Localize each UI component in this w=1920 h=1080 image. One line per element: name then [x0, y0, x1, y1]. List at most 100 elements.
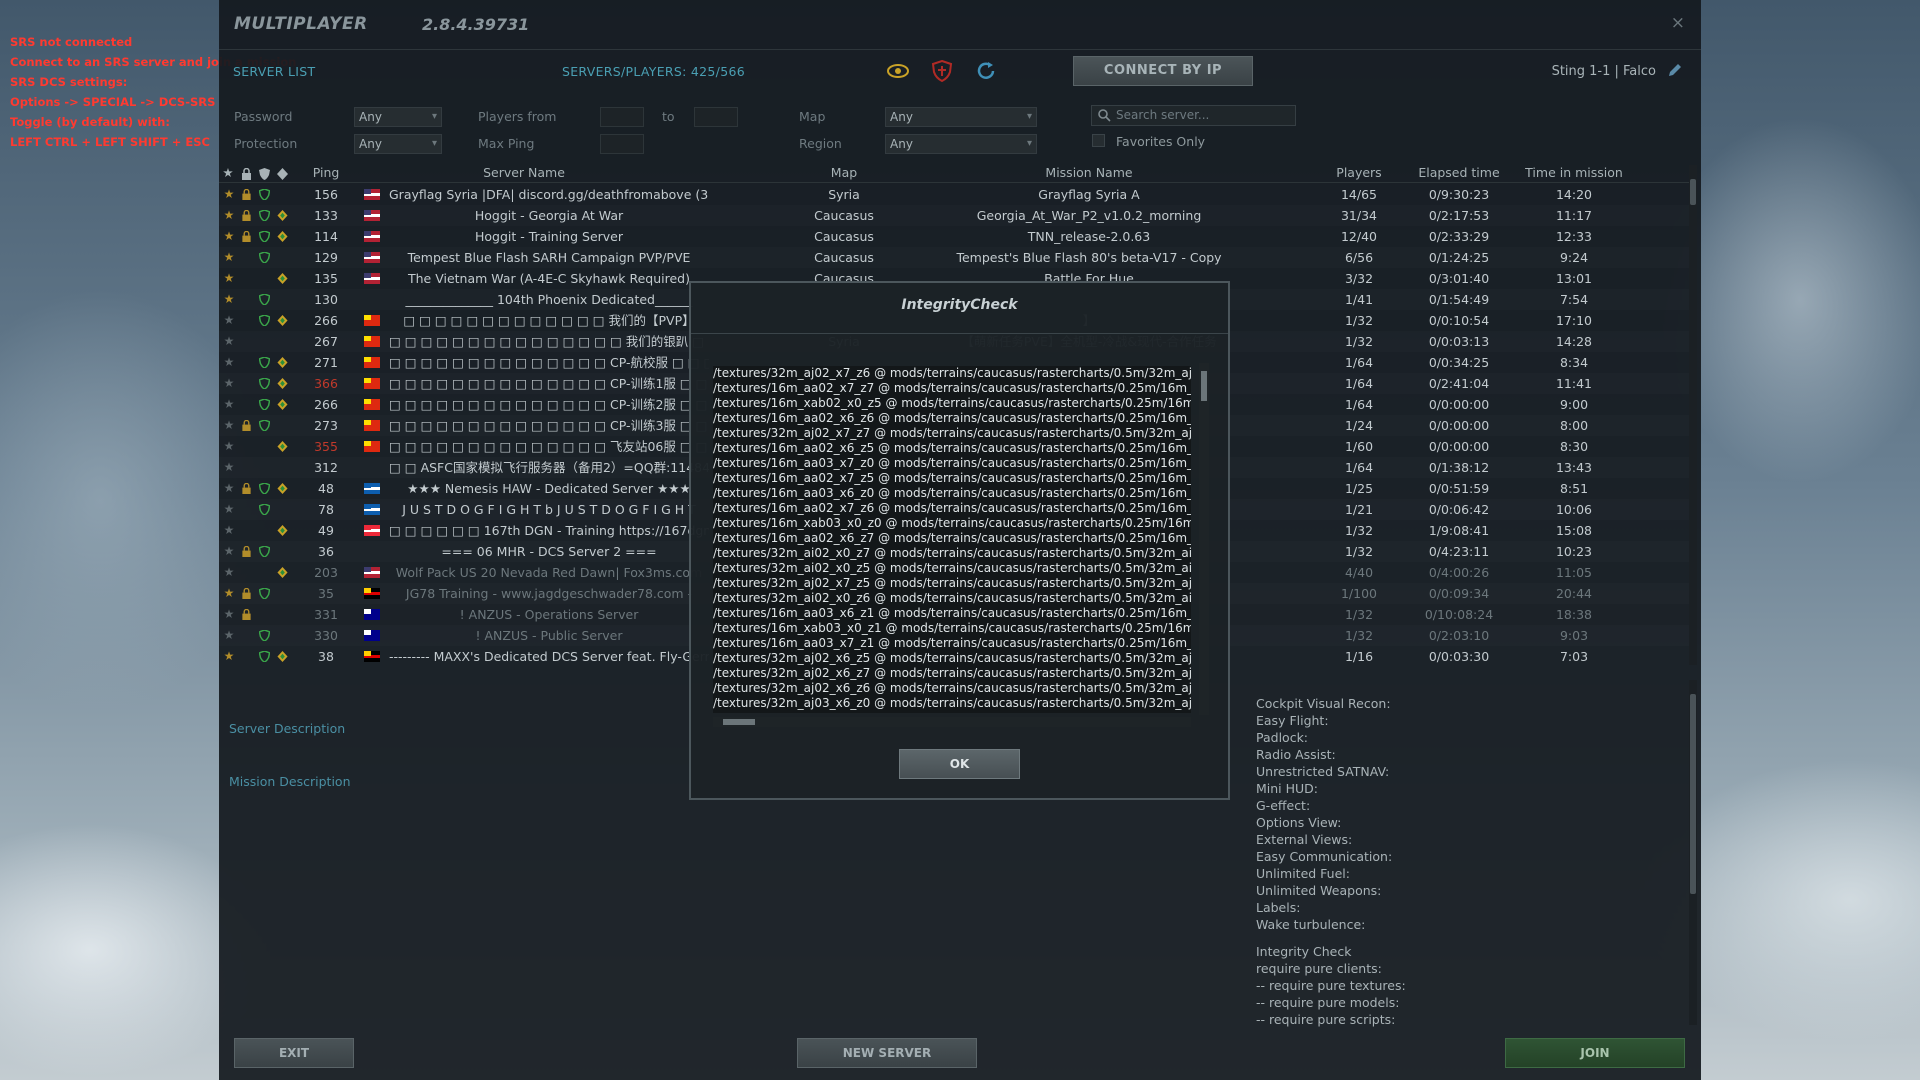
favorite-star-icon[interactable]: ★: [223, 478, 235, 499]
option-item: Options View:: [1256, 815, 1342, 830]
favorite-star-icon[interactable]: ★: [223, 625, 235, 646]
favorite-star-icon[interactable]: ★: [223, 583, 235, 604]
time-in-mission: 20:44: [1555, 586, 1593, 601]
exit-button[interactable]: EXIT: [234, 1038, 354, 1068]
integrity-icon: [277, 441, 288, 452]
shield-icon: [259, 588, 270, 599]
region-select[interactable]: Any: [885, 134, 1037, 154]
favorite-star-icon[interactable]: ★: [223, 268, 235, 289]
favorite-star-icon[interactable]: ★: [223, 499, 235, 520]
close-icon[interactable]: ×: [1671, 13, 1685, 33]
tab-server-list[interactable]: SERVER LIST: [233, 64, 315, 79]
option-item: Easy Flight:: [1256, 713, 1329, 728]
players-count: 1/21: [1344, 502, 1374, 517]
pencil-icon[interactable]: [1667, 62, 1683, 78]
favorite-star-icon[interactable]: ★: [223, 646, 235, 667]
elapsed-time: 0/0:00:00: [1428, 439, 1490, 454]
server-name: □ □ □ □ □ □ □ □ □ □ □ □ □ □ □ 我们的银趴 □ □ …: [389, 334, 709, 349]
col-time-in-mission[interactable]: Time in mission: [1509, 165, 1639, 180]
mission-name: Georgia_At_War_P2_v1.0.2_morning: [976, 208, 1202, 223]
map-name: Syria: [828, 187, 860, 202]
dialog-vertical-scrollbar[interactable]: [1199, 363, 1209, 715]
country-flag-icon: [364, 525, 380, 536]
dialog-vscroll-thumb[interactable]: [1201, 371, 1207, 401]
server-name: □ □ □ □ □ □ □ □ □ □ □ □ □ □ CP-训练3服 □ □ …: [389, 418, 709, 433]
col-ping[interactable]: Ping: [306, 165, 346, 180]
map-label: Map: [799, 109, 826, 124]
join-button[interactable]: JOIN: [1505, 1038, 1685, 1068]
table-scroll-thumb[interactable]: [1690, 179, 1696, 205]
col-mission-name[interactable]: Mission Name: [939, 165, 1239, 180]
favorite-star-icon[interactable]: ★: [223, 226, 235, 247]
server-name: ______________ 104th Phoenix Dedicated__…: [405, 292, 693, 307]
file-path-line: /textures/32m_ai02_x0_z6 @ mods/terrains…: [713, 591, 1191, 605]
elapsed-time: 0/0:00:00: [1428, 397, 1490, 412]
ping-value: 312: [314, 460, 338, 475]
favorite-star-icon[interactable]: ★: [223, 541, 235, 562]
connect-by-ip-button[interactable]: CONNECT BY IP: [1073, 56, 1253, 86]
integrity-icon: [277, 483, 288, 494]
favorite-star-icon[interactable]: ★: [223, 205, 235, 226]
favorite-star-icon[interactable]: ★: [223, 247, 235, 268]
integrity-col-icon[interactable]: [277, 168, 288, 180]
dialog-horizontal-scrollbar[interactable]: [713, 717, 1191, 727]
favorite-star-icon[interactable]: ★: [223, 520, 235, 541]
favorite-star-icon[interactable]: ★: [223, 436, 235, 457]
table-row[interactable]: ★ 114 Hoggit - Training Server Caucasus TNN_…: [219, 226, 1689, 247]
favorite-star-icon[interactable]: ★: [223, 394, 235, 415]
time-in-mission: 8:30: [1559, 439, 1589, 454]
table-row[interactable]: ★ 156 Grayflag Syria |DFA| discord.gg/deat…: [219, 184, 1689, 205]
favorite-col-icon[interactable]: ★: [221, 165, 235, 180]
favorite-star-icon[interactable]: ★: [223, 562, 235, 583]
favorite-star-icon[interactable]: ★: [223, 289, 235, 310]
protection-select[interactable]: Any: [354, 134, 442, 154]
map-name: Caucasus: [814, 250, 874, 265]
refresh-icon[interactable]: [975, 60, 997, 82]
integrity-file-list[interactable]: /textures/32m_aj02_x7_z6 @ mods/terrains…: [713, 366, 1191, 713]
details-scroll-thumb[interactable]: [1690, 694, 1696, 894]
favorite-star-icon[interactable]: ★: [223, 352, 235, 373]
table-scrollbar[interactable]: [1689, 165, 1697, 665]
players-from-input[interactable]: [600, 107, 644, 127]
new-server-button[interactable]: NEW SERVER: [797, 1038, 977, 1068]
ok-button[interactable]: OK: [899, 749, 1020, 779]
col-map[interactable]: Map: [769, 165, 919, 180]
max-ping-input[interactable]: [600, 134, 644, 154]
search-input[interactable]: Search server...: [1091, 105, 1296, 126]
favorite-star-icon[interactable]: ★: [223, 604, 235, 625]
players-to-input[interactable]: [694, 107, 738, 127]
file-path-line: /textures/32m_ai02_x0_z7 @ mods/terrains…: [713, 546, 1191, 560]
servers-players-count: SERVERS/PLAYERS: 425/566: [562, 64, 745, 79]
dialog-hscroll-thumb[interactable]: [723, 719, 755, 725]
details-scrollbar[interactable]: [1689, 680, 1697, 1025]
players-count: 1/60: [1344, 439, 1374, 454]
option-item: -- require pure textures:: [1256, 978, 1406, 993]
password-select[interactable]: Any: [354, 107, 442, 127]
map-select[interactable]: Any: [885, 107, 1037, 127]
shield-icon[interactable]: [931, 60, 953, 82]
favorite-star-icon[interactable]: ★: [223, 373, 235, 394]
col-server-name[interactable]: Server Name: [364, 165, 684, 180]
elapsed-time: 0/4:00:26: [1428, 565, 1490, 580]
players-count: 1/16: [1344, 649, 1374, 664]
eye-icon[interactable]: [887, 60, 909, 82]
lock-icon: [242, 420, 251, 431]
option-spacer: [1256, 933, 1406, 943]
table-row[interactable]: ★ 133 Hoggit - Georgia At War Caucasus Georg…: [219, 205, 1689, 226]
lock-col-icon[interactable]: [241, 168, 252, 180]
favorite-star-icon[interactable]: ★: [223, 457, 235, 478]
to-label: to: [662, 109, 675, 124]
table-row[interactable]: ★ 129 Tempest Blue Flash SARH Campaign PVP…: [219, 247, 1689, 268]
col-players[interactable]: Players: [1319, 165, 1399, 180]
shield-col-icon[interactable]: [259, 168, 270, 180]
favorite-star-icon[interactable]: ★: [223, 310, 235, 331]
ping-value: 78: [318, 502, 334, 517]
favorite-star-icon[interactable]: ★: [223, 415, 235, 436]
favorites-checkbox[interactable]: [1092, 134, 1105, 147]
players-count: 1/32: [1344, 313, 1374, 328]
col-elapsed-time[interactable]: Elapsed time: [1409, 165, 1509, 180]
dialog-title: IntegrityCheck: [901, 297, 1018, 313]
favorite-star-icon[interactable]: ★: [223, 184, 235, 205]
table-header: ★ Ping Server Name Map Mission Name Play…: [219, 165, 1689, 183]
favorite-star-icon[interactable]: ★: [223, 331, 235, 352]
